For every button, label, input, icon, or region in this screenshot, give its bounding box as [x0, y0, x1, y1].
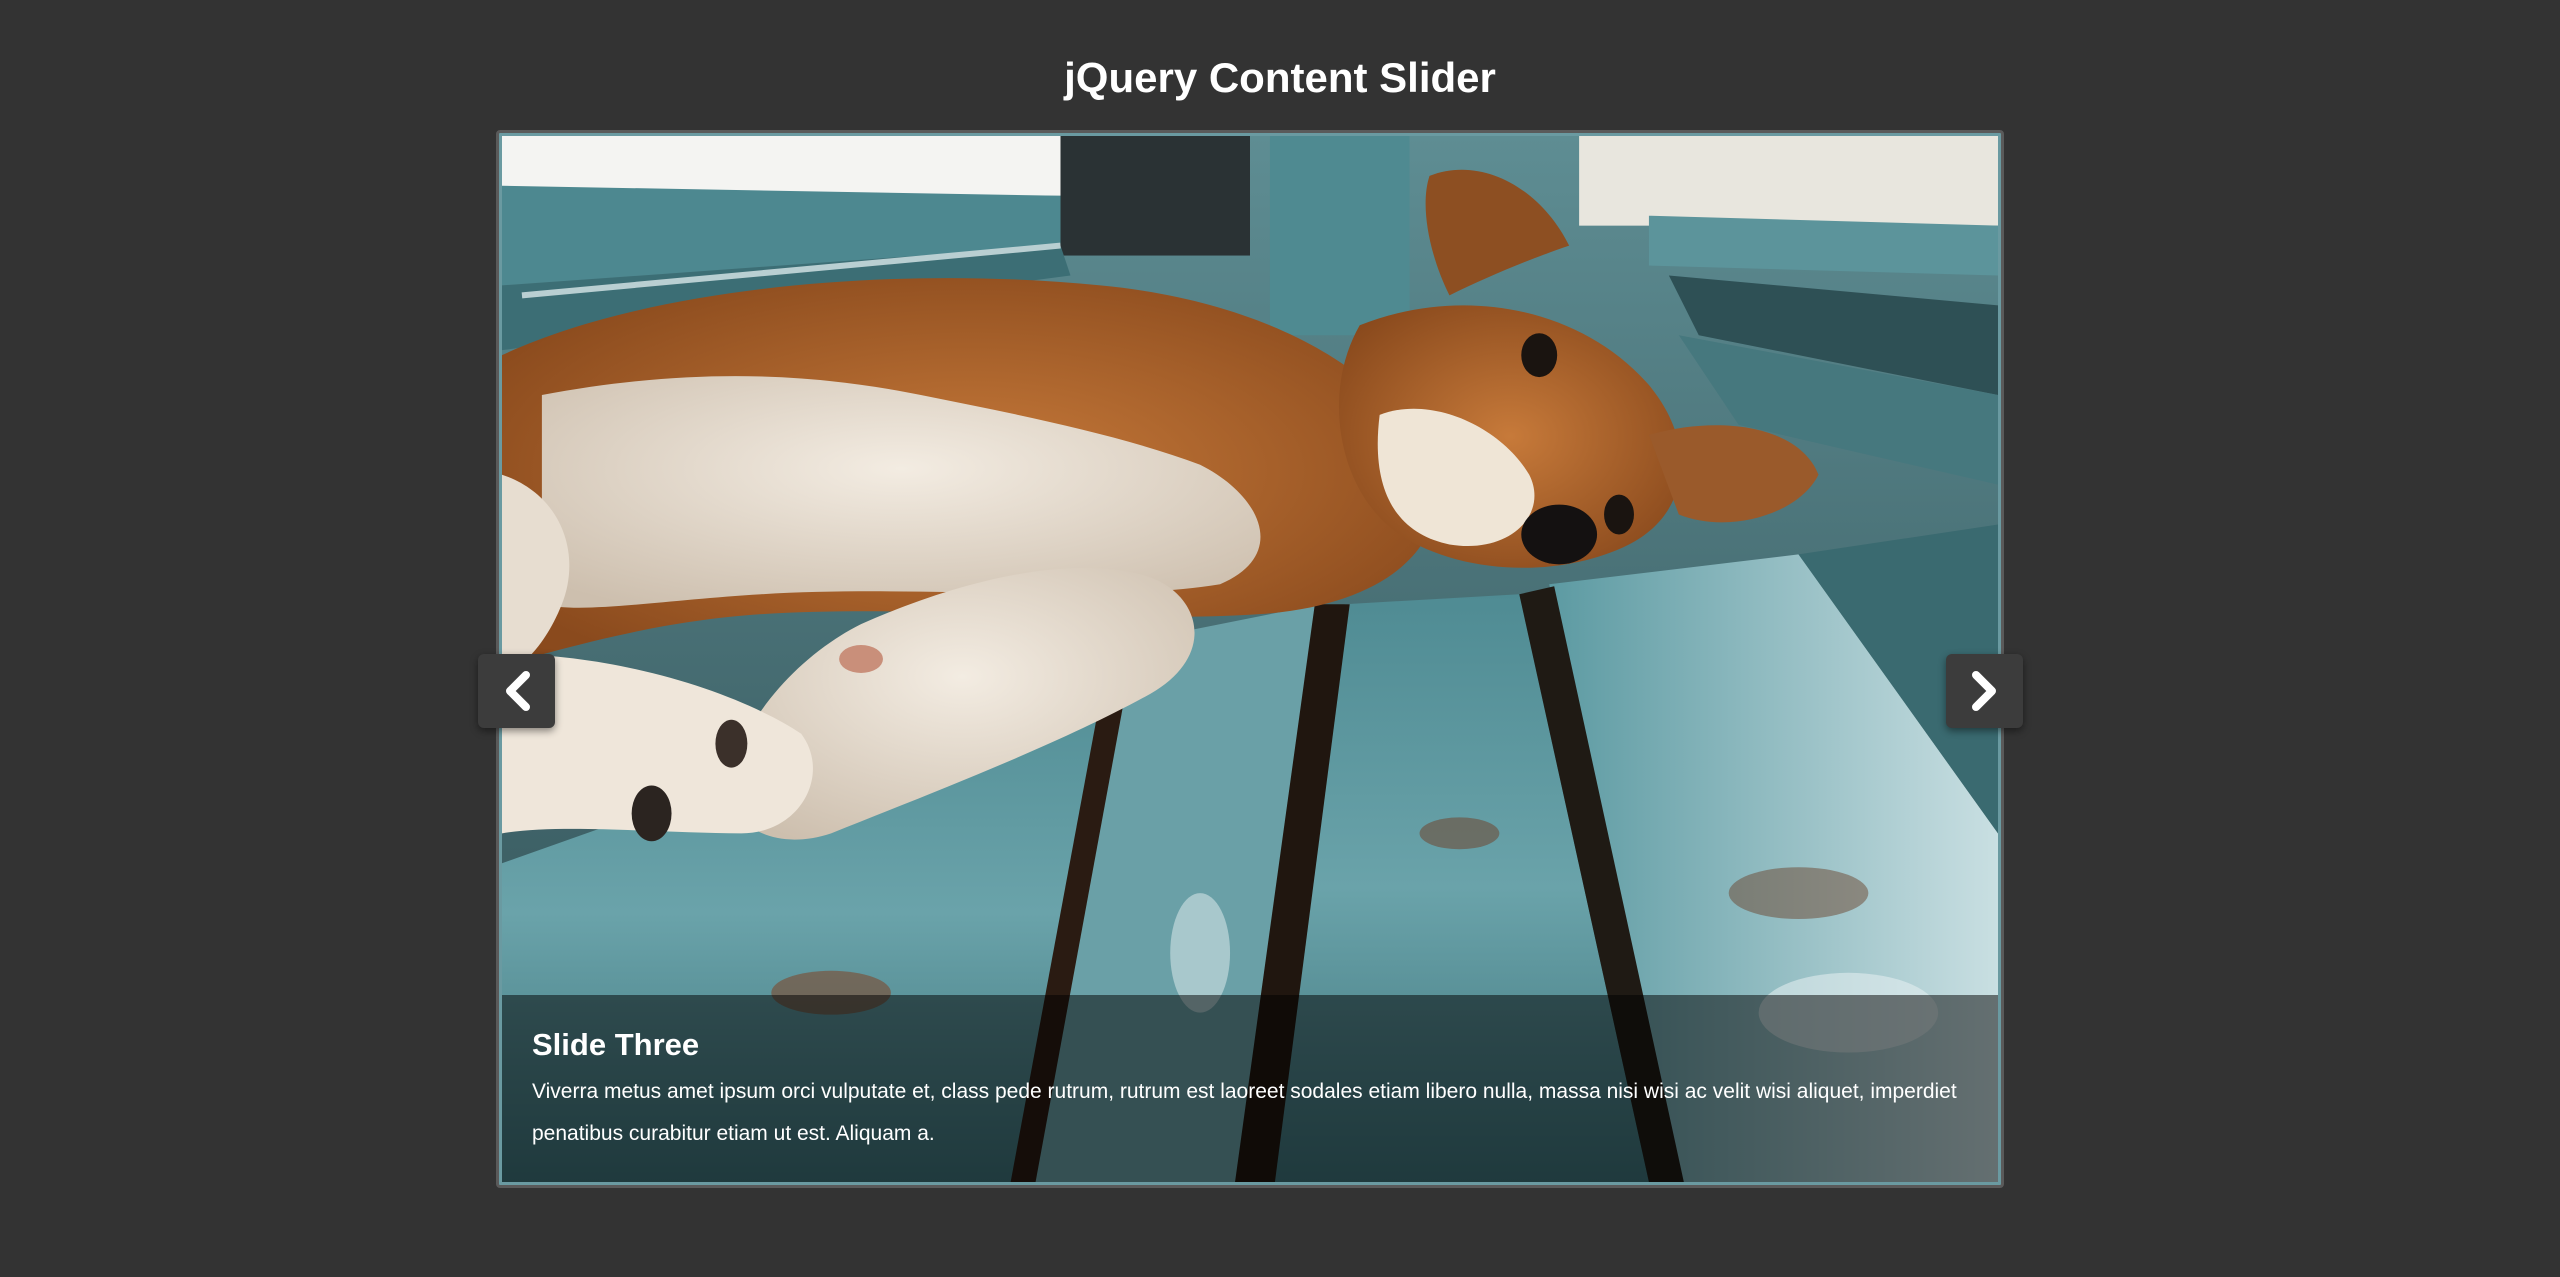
chevron-left-icon	[505, 671, 530, 711]
slide-caption: Slide Three Viverra metus amet ipsum orc…	[502, 995, 1998, 1182]
content-slider: Slide Three Viverra metus amet ipsum orc…	[496, 130, 2004, 1188]
slide-viewport: Slide Three Viverra metus amet ipsum orc…	[502, 136, 1998, 1182]
page-title: jQuery Content Slider	[1064, 54, 1496, 101]
slide-caption-text: Viverra metus amet ipsum orci vulputate …	[532, 1080, 1957, 1145]
next-slide-button[interactable]	[1946, 654, 2023, 728]
previous-slide-button[interactable]	[478, 654, 555, 728]
chevron-right-icon	[1971, 671, 1996, 711]
slide-caption-title: Slide Three	[532, 1027, 700, 1062]
